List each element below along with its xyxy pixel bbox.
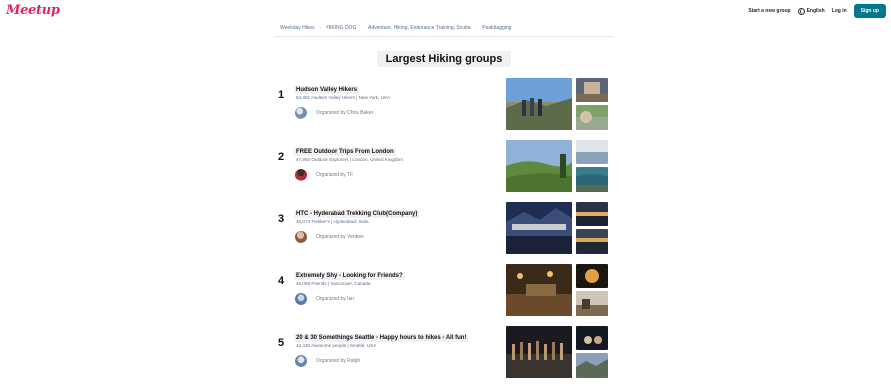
organizer-avatar <box>295 169 307 181</box>
group-name[interactable]: FREE Outdoor Trips From London <box>294 148 396 156</box>
group-rank: 1 <box>278 89 285 101</box>
group-rank: 2 <box>278 151 285 163</box>
group-rank: 4 <box>278 275 285 287</box>
separator: · <box>475 25 478 31</box>
group-photo-main[interactable] <box>506 78 572 130</box>
group-card[interactable]: 1 Hudson Valley Hikers 54,481 Hudson Val… <box>274 78 614 143</box>
group-card[interactable]: 4 Extremely Shy - Looking for Friends? 4… <box>274 264 614 329</box>
group-photo[interactable] <box>576 326 608 350</box>
group-photo-main[interactable] <box>506 264 572 316</box>
group-organizer: Organized by Venkee <box>316 234 364 240</box>
topic-link[interactable]: HIKING DOG <box>326 25 356 31</box>
group-photo-main[interactable] <box>506 326 572 378</box>
group-meta: 54,481 Hudson Valley Hikers | New York, … <box>296 95 391 100</box>
group-photo[interactable] <box>576 140 608 164</box>
group-rank: 3 <box>278 213 285 225</box>
group-organizer: Organized by Ralph <box>316 358 361 364</box>
group-organizer: Organized by Ian <box>316 296 355 302</box>
top-bar: Meetup Start a new group English Log in … <box>0 0 891 24</box>
group-name[interactable]: 20 & 30 Somethings Seattle - Happy hours… <box>294 334 469 342</box>
group-meta: 46,074 Trekker's | Hyderabad, India <box>296 219 369 224</box>
group-rank: 5 <box>278 337 285 349</box>
globe-icon <box>797 7 805 15</box>
header-actions: Start a new group English Log in Sign up <box>748 4 886 18</box>
group-photo[interactable] <box>576 229 608 254</box>
group-organizer: Organized by Chris Baker <box>316 110 374 116</box>
group-photo[interactable] <box>576 202 608 226</box>
group-name[interactable]: Extremely Shy - Looking for Friends? <box>294 272 405 280</box>
group-meta: 47,993 Outdoor Explorers | London, Unite… <box>296 157 403 162</box>
organizer-avatar <box>295 231 307 243</box>
organizer-avatar <box>295 293 307 305</box>
group-meta: 42,440 Awesome people | Seattle, USA <box>296 343 377 348</box>
organizer-avatar <box>295 107 307 119</box>
group-card[interactable]: 3 HTC - Hyderabad Trekking Club(Company)… <box>274 202 614 267</box>
group-photo[interactable] <box>576 264 608 288</box>
group-name[interactable]: HTC - Hyderabad Trekking Club(Company) <box>294 210 420 218</box>
topic-link[interactable]: Adventure, Hiking, Endurance Training, S… <box>368 25 471 31</box>
topic-link[interactable]: Peakbagging <box>482 25 511 31</box>
group-photo[interactable] <box>576 167 608 192</box>
separator: · <box>319 25 322 31</box>
group-name[interactable]: Hudson Valley Hikers <box>294 86 360 94</box>
related-topics-breadcrumb: Weekday Hikes · HIKING DOG · Adventure, … <box>274 25 614 37</box>
group-card[interactable]: 2 FREE Outdoor Trips From London 47,993 … <box>274 140 614 205</box>
group-photo[interactable] <box>576 78 608 102</box>
group-meta: 45,069 Friends | Vancouver, Canada <box>296 281 371 286</box>
language-label: English <box>806 8 825 14</box>
group-photo-main[interactable] <box>506 140 572 192</box>
separator: · <box>361 25 364 31</box>
start-group-link[interactable]: Start a new group <box>748 8 790 14</box>
signup-button[interactable]: Sign up <box>853 4 886 18</box>
organizer-avatar <box>295 355 307 367</box>
group-photo[interactable] <box>576 291 608 316</box>
language-selector[interactable]: English <box>797 7 825 15</box>
page-title: Largest Hiking groups <box>377 51 511 67</box>
group-photo-main[interactable] <box>506 202 572 254</box>
group-photo[interactable] <box>576 353 608 378</box>
topic-link[interactable]: Weekday Hikes <box>280 25 315 31</box>
group-card[interactable]: 5 20 & 30 Somethings Seattle - Happy hou… <box>274 326 614 387</box>
login-link[interactable]: Log in <box>832 8 847 14</box>
group-photo[interactable] <box>576 105 608 130</box>
group-organizer: Organized by TF <box>316 172 354 178</box>
meetup-logo[interactable]: Meetup <box>6 3 60 18</box>
